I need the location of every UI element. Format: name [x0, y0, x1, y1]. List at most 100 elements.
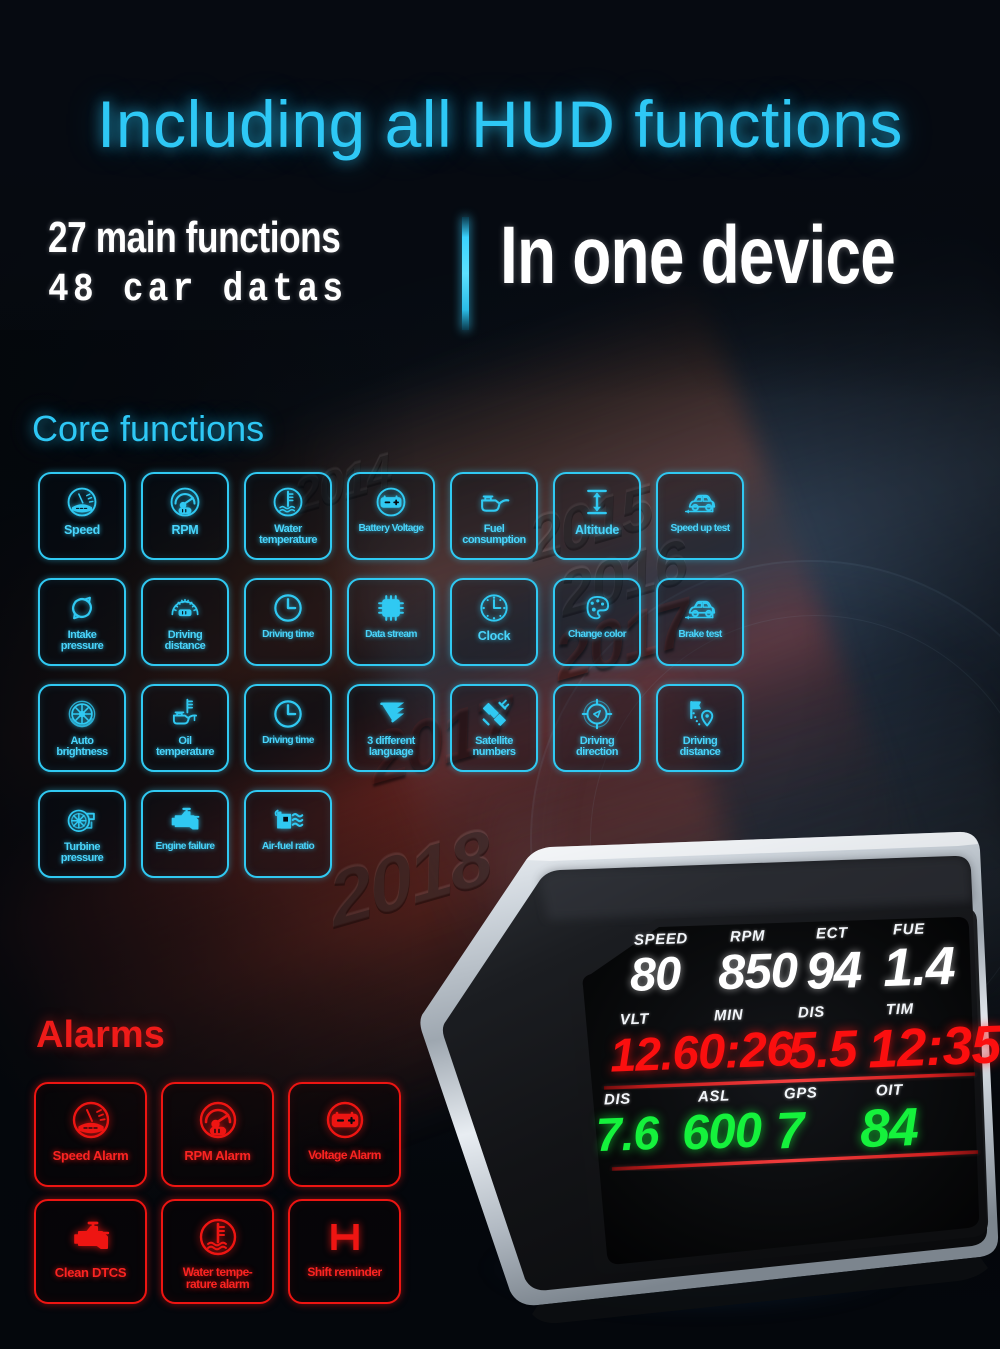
oil-can-icon — [452, 481, 536, 523]
height-arrow-icon — [555, 481, 639, 523]
device-screen — [582, 917, 980, 1265]
core-function-label: Satellite numbers — [472, 735, 516, 759]
alarms-grid: Speed Alarm RPM Alarm Voltage Alarm Clea… — [34, 1082, 401, 1304]
alarm-tile[interactable]: Water tempe- rature alarm — [161, 1199, 274, 1304]
turbo-icon — [40, 799, 124, 841]
alarm-label: Water tempe- rature alarm — [182, 1265, 253, 1292]
speedometer-icon — [40, 481, 124, 523]
alarm-tile[interactable]: Speed Alarm — [34, 1082, 147, 1187]
subheadline-left: 27 main functions 48 car datas — [48, 213, 443, 313]
palette-icon — [555, 587, 639, 629]
core-function-label: Driving time — [262, 735, 314, 746]
core-function-label: Turbine pressure — [60, 841, 104, 865]
core-function-label: Battery Voltage — [358, 523, 425, 534]
core-function-label: Intake pressure — [60, 629, 104, 653]
turbine-fan-icon — [40, 693, 124, 735]
core-function-label: Water temperature — [258, 523, 318, 547]
alarm-label: RPM Alarm — [184, 1148, 251, 1163]
odometer-icon — [143, 587, 227, 629]
car-accelerate-icon — [658, 481, 742, 523]
chip-icon — [349, 587, 433, 629]
alarm-tile[interactable]: Voltage Alarm — [288, 1082, 401, 1187]
tachometer-icon — [163, 1093, 272, 1147]
core-function-tile[interactable]: 3 different language — [347, 684, 435, 772]
core-function-tile[interactable]: Driving direction — [553, 684, 641, 772]
coolant-temp-icon — [163, 1210, 272, 1264]
core-function-label: Change color — [568, 629, 627, 640]
core-function-label: Brake test — [678, 629, 722, 640]
alarm-tile[interactable]: Shift reminder — [288, 1199, 401, 1304]
core-function-label: Air-fuel ratio — [261, 841, 315, 852]
core-function-label: Clock — [477, 629, 511, 643]
core-function-tile[interactable]: Driving distance — [141, 578, 229, 666]
core-function-label: Speed up test — [670, 523, 731, 534]
core-function-label: Driving time — [262, 629, 314, 640]
recycle-arrows-icon — [40, 587, 124, 629]
alarm-tile[interactable]: RPM Alarm — [161, 1082, 274, 1187]
engine-icon — [143, 799, 227, 841]
three-glyph-icon — [349, 693, 433, 735]
core-function-tile[interactable]: Change color — [553, 578, 641, 666]
hud-device: SPEED 80 RPM 850 ECT 94 FUE 1.4 VLT 12.6 MIN 0:26 DI… — [398, 816, 1000, 1349]
clock-dots-icon — [452, 587, 536, 629]
core-function-tile[interactable]: Turbine pressure — [38, 790, 126, 878]
core-function-tile[interactable]: Oil temperature — [141, 684, 229, 772]
core-function-tile[interactable]: Speed — [38, 472, 126, 560]
battery-icon — [349, 481, 433, 523]
core-function-label: Driving direction — [576, 735, 618, 759]
car-datas-count: 48 car datas — [48, 267, 348, 313]
core-function-tile[interactable]: Intake pressure — [38, 578, 126, 666]
battery-icon — [290, 1093, 399, 1147]
core-function-tile[interactable]: Auto brightness — [38, 684, 126, 772]
core-function-tile[interactable]: Engine failure — [141, 790, 229, 878]
alarm-label: Voltage Alarm — [308, 1148, 381, 1162]
clock-icon — [246, 693, 330, 735]
shift-gear-icon — [290, 1210, 399, 1264]
core-function-label: Auto brightness — [56, 735, 108, 759]
speedometer-icon — [36, 1093, 145, 1147]
fuel-pump-wave-icon — [246, 799, 330, 841]
core-function-label: Oil temperature — [155, 735, 215, 759]
alarm-label: Clean DTCS — [54, 1265, 127, 1280]
main-functions-count: 27 main functions — [48, 213, 341, 262]
car-brake-icon — [658, 587, 742, 629]
subheadline-band: 27 main functions 48 car datas In one de… — [0, 210, 1000, 335]
core-function-tile[interactable]: Driving time — [244, 684, 332, 772]
in-one-device-text: In one device — [500, 210, 896, 301]
alarm-tile[interactable]: Clean DTCS — [34, 1199, 147, 1304]
oil-temp-icon — [143, 693, 227, 735]
core-function-tile[interactable]: Battery Voltage — [347, 472, 435, 560]
tachometer-icon — [143, 481, 227, 523]
core-function-label: Fuel consumption — [462, 523, 526, 547]
core-function-tile[interactable]: Data stream — [347, 578, 435, 666]
compass-icon — [555, 693, 639, 735]
core-function-tile[interactable]: RPM — [141, 472, 229, 560]
alarm-label: Speed Alarm — [52, 1148, 129, 1163]
core-function-tile[interactable]: Driving distance — [656, 684, 744, 772]
core-function-tile[interactable]: Fuel consumption — [450, 472, 538, 560]
core-function-tile[interactable]: Satellite numbers — [450, 684, 538, 772]
core-function-tile[interactable]: Altitude — [553, 472, 641, 560]
alarms-title: Alarms — [36, 1014, 165, 1056]
coolant-temp-icon — [246, 481, 330, 523]
page-headline: Including all HUD functions — [97, 87, 903, 161]
core-function-label: 3 different language — [367, 735, 415, 759]
core-function-label: RPM — [171, 523, 199, 537]
flag-pin-icon — [658, 693, 742, 735]
core-function-label: Engine failure — [155, 841, 216, 852]
core-function-tile[interactable]: Driving time — [244, 578, 332, 666]
core-function-label: Driving distance — [679, 735, 721, 759]
alarm-label: Shift reminder — [307, 1265, 382, 1279]
subheadline-divider — [462, 217, 469, 330]
device-body — [420, 831, 999, 1324]
core-function-tile[interactable]: Water temperature — [244, 472, 332, 560]
core-function-tile[interactable]: Clock — [450, 578, 538, 666]
core-function-label: Driving distance — [164, 629, 206, 653]
core-functions-title: Core functions — [32, 408, 265, 449]
satellite-icon — [452, 693, 536, 735]
clock-icon — [246, 587, 330, 629]
core-function-tile[interactable]: Brake test — [656, 578, 744, 666]
core-function-tile[interactable]: Speed up test — [656, 472, 744, 560]
core-function-tile[interactable]: Air-fuel ratio — [244, 790, 332, 878]
engine-icon — [36, 1210, 145, 1264]
